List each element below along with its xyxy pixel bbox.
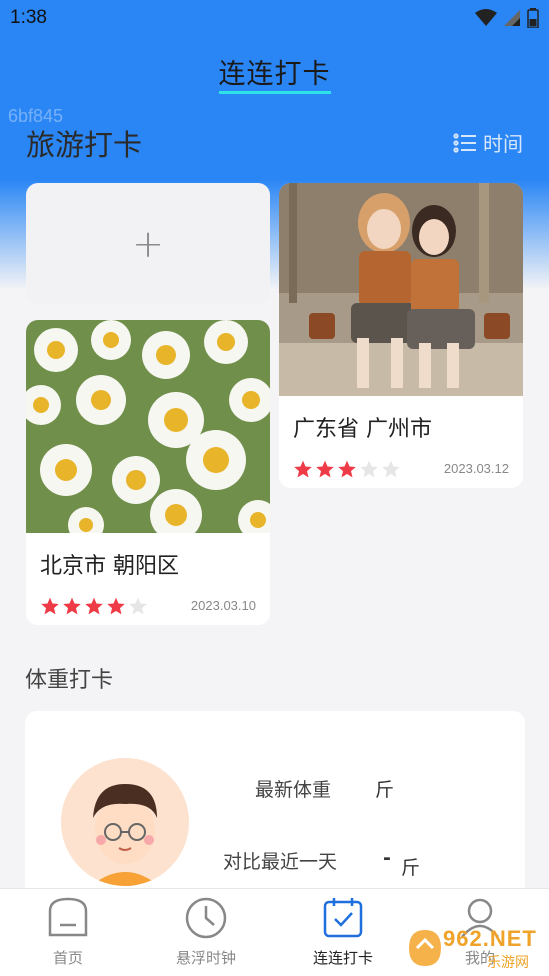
signal-icon [504,10,520,26]
status-bar: 1:38 [0,0,549,38]
sort-label: 时间 [483,132,523,156]
daisies-photo [26,320,270,533]
weight-section-title: 体重打卡 [25,668,114,693]
site-watermark: 962.NET 乐游网 [403,922,543,972]
card-place: 北京市 朝阳区 [40,554,179,579]
star-empty-icon [360,460,378,478]
list-icon [453,132,476,153]
status-time: 1:38 [10,7,47,28]
watermark-brand: 962.NET [443,926,537,951]
star-icon [316,460,334,478]
star-icon [107,597,125,615]
rating-stars [293,459,401,479]
checkin-card-guangzhou[interactable]: 广东省 广州市 2023.03.12 [279,183,523,488]
rating-stars [40,596,148,616]
travel-section-title: 旅游打卡 [26,128,143,162]
star-icon [85,597,103,615]
avatar [61,758,189,886]
star-icon [41,597,59,615]
add-checkin-button[interactable]: + [26,183,270,304]
latest-weight-label: 最新体重 [255,779,332,801]
home-icon [48,897,88,937]
star-icon [63,597,81,615]
compare-unit: 斤 [401,857,421,879]
tab-floating-clock[interactable]: 悬浮时钟 [146,897,266,968]
calendar-check-icon [323,898,363,938]
weight-card[interactable]: 最新体重 斤 对比最近一天 - 斤 [25,711,525,911]
tab-label: 连连打卡 [312,949,373,967]
boy-avatar-icon [61,758,189,886]
sort-by-time-button[interactable]: 时间 [453,128,523,157]
clock-icon [185,897,227,939]
travel-photo-friends [279,183,523,396]
tab-checkin[interactable]: 连连打卡 [283,897,403,968]
star-icon [338,460,356,478]
app-title: 连连打卡 [0,52,549,94]
watermark-sub: 乐游网 [487,955,529,971]
tab-home[interactable]: 首页 [8,897,128,968]
friends-photo [279,183,523,396]
wifi-icon [475,9,497,26]
card-place: 广东省 广州市 [293,417,432,442]
checkin-card-beijing[interactable]: 北京市 朝阳区 2023.03.10 [26,320,270,625]
star-icon [294,460,312,478]
plus-icon: + [132,221,164,266]
compare-value: - [383,847,391,869]
card-date: 2023.03.10 [190,598,256,613]
compare-label: 对比最近一天 [223,851,338,873]
battery-icon [527,8,539,28]
tab-label: 首页 [52,949,83,967]
status-icons [475,8,539,28]
star-empty-icon [382,460,400,478]
travel-photo-daisies [26,320,270,533]
tab-label: 悬浮时钟 [175,949,236,967]
card-date: 2023.03.12 [443,461,509,476]
star-empty-icon [129,597,147,615]
latest-weight-unit: 斤 [375,779,395,801]
